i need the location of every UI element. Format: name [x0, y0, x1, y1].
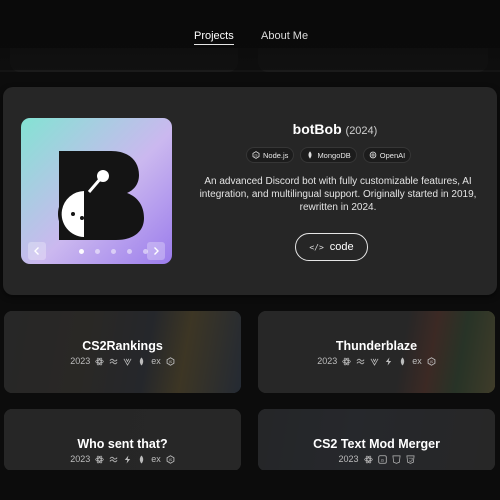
project-card-title: CS2 Text Mod Merger: [313, 437, 440, 451]
project-card-year: 2023: [70, 356, 91, 366]
express-icon: ex: [151, 454, 161, 464]
chevron-left-icon: [34, 247, 39, 255]
tailwind-icon: [109, 358, 118, 364]
vite-icon: [370, 358, 379, 366]
thunder-icon: [386, 356, 392, 366]
carousel-dot[interactable]: [79, 249, 84, 254]
code-button-label: code: [329, 241, 354, 253]
nodejs-icon: JS: [166, 454, 175, 464]
project-card-year: 2023: [338, 454, 359, 464]
tech-tag-mongodb: MongoDB: [300, 147, 357, 163]
chevron-right-icon: [154, 247, 159, 255]
tailwind-icon: [356, 358, 365, 364]
project-year: (2024): [345, 125, 378, 137]
react-icon: [363, 455, 373, 463]
mongodb-leaf-icon: [140, 356, 144, 366]
css-icon: [406, 455, 415, 464]
project-image-carousel[interactable]: [21, 118, 172, 264]
nodejs-icon: JS: [166, 356, 175, 366]
project-card-meta: 2023 ex JS: [4, 454, 241, 464]
svg-text:JS: JS: [429, 360, 434, 364]
project-card-meta: 2023 ex JS: [4, 356, 241, 366]
project-card-meta: 2023 JS: [258, 454, 495, 464]
bottom-fade: [0, 470, 500, 500]
code-icon: </>: [309, 242, 324, 252]
project-description: An advanced Discord bot with fully custo…: [199, 176, 477, 213]
carousel-dot[interactable]: [95, 249, 100, 254]
svg-text:JS: JS: [254, 153, 258, 157]
project-card-title: Thunderblaze: [335, 339, 418, 353]
top-navigation: Projects About Me: [0, 0, 500, 70]
nav-projects-link[interactable]: Projects: [194, 30, 234, 45]
project-card-title: CS2Rankings: [82, 339, 163, 353]
tech-tags: JS Node.js MongoDB OpenAI: [246, 147, 412, 163]
code-button[interactable]: </> code: [295, 233, 368, 261]
project-card-cs2rankings[interactable]: CS2Rankings 2023 ex JS: [4, 311, 241, 393]
project-card-year: 2023: [70, 454, 91, 464]
mongodb-leaf-icon: [140, 454, 144, 464]
mongodb-leaf-icon: [308, 151, 312, 159]
react-icon: [95, 357, 104, 365]
html-icon: [392, 455, 401, 464]
express-icon: ex: [151, 356, 161, 366]
svg-text:JS: JS: [379, 458, 384, 462]
tech-tag-openai: OpenAI: [362, 147, 412, 163]
svg-text:JS: JS: [168, 360, 173, 364]
project-card-year: 2023: [317, 356, 338, 366]
carousel-dot[interactable]: [127, 249, 132, 254]
project-card-meta: 2023 ex JS: [258, 356, 495, 366]
project-card-who-sent-that[interactable]: Who sent that? 2023 ex JS: [4, 409, 241, 471]
thunder-icon: [125, 454, 131, 464]
carousel-dots: [79, 249, 148, 254]
tech-tag-nodejs: JS Node.js: [246, 147, 295, 163]
react-icon: [342, 357, 351, 365]
project-title: botBob (2024): [173, 121, 497, 137]
carousel-dot[interactable]: [111, 249, 116, 254]
project-card-title: Who sent that?: [77, 437, 168, 451]
express-icon: ex: [412, 356, 422, 366]
nodejs-icon: JS: [252, 151, 260, 159]
project-card-thunderblaze[interactable]: Thunderblaze 2023 ex JS: [258, 311, 495, 393]
carousel-prev-button[interactable]: [28, 242, 46, 260]
featured-project-card: botBob (2024) JS Node.js MongoDB OpenAI …: [3, 87, 497, 295]
project-name: botBob: [292, 121, 342, 137]
carousel-next-button[interactable]: [147, 242, 165, 260]
mongodb-leaf-icon: [401, 356, 405, 366]
openai-icon: [369, 151, 377, 159]
svg-text:JS: JS: [168, 458, 173, 462]
nodejs-icon: JS: [427, 356, 436, 366]
nav-about-link[interactable]: About Me: [261, 30, 308, 42]
react-icon: [95, 455, 104, 463]
project-card-cs2-text-mod-merger[interactable]: CS2 Text Mod Merger 2023 JS: [258, 409, 495, 471]
js-icon: JS: [377, 454, 387, 464]
tailwind-icon: [109, 456, 118, 462]
vite-icon: [123, 358, 132, 366]
